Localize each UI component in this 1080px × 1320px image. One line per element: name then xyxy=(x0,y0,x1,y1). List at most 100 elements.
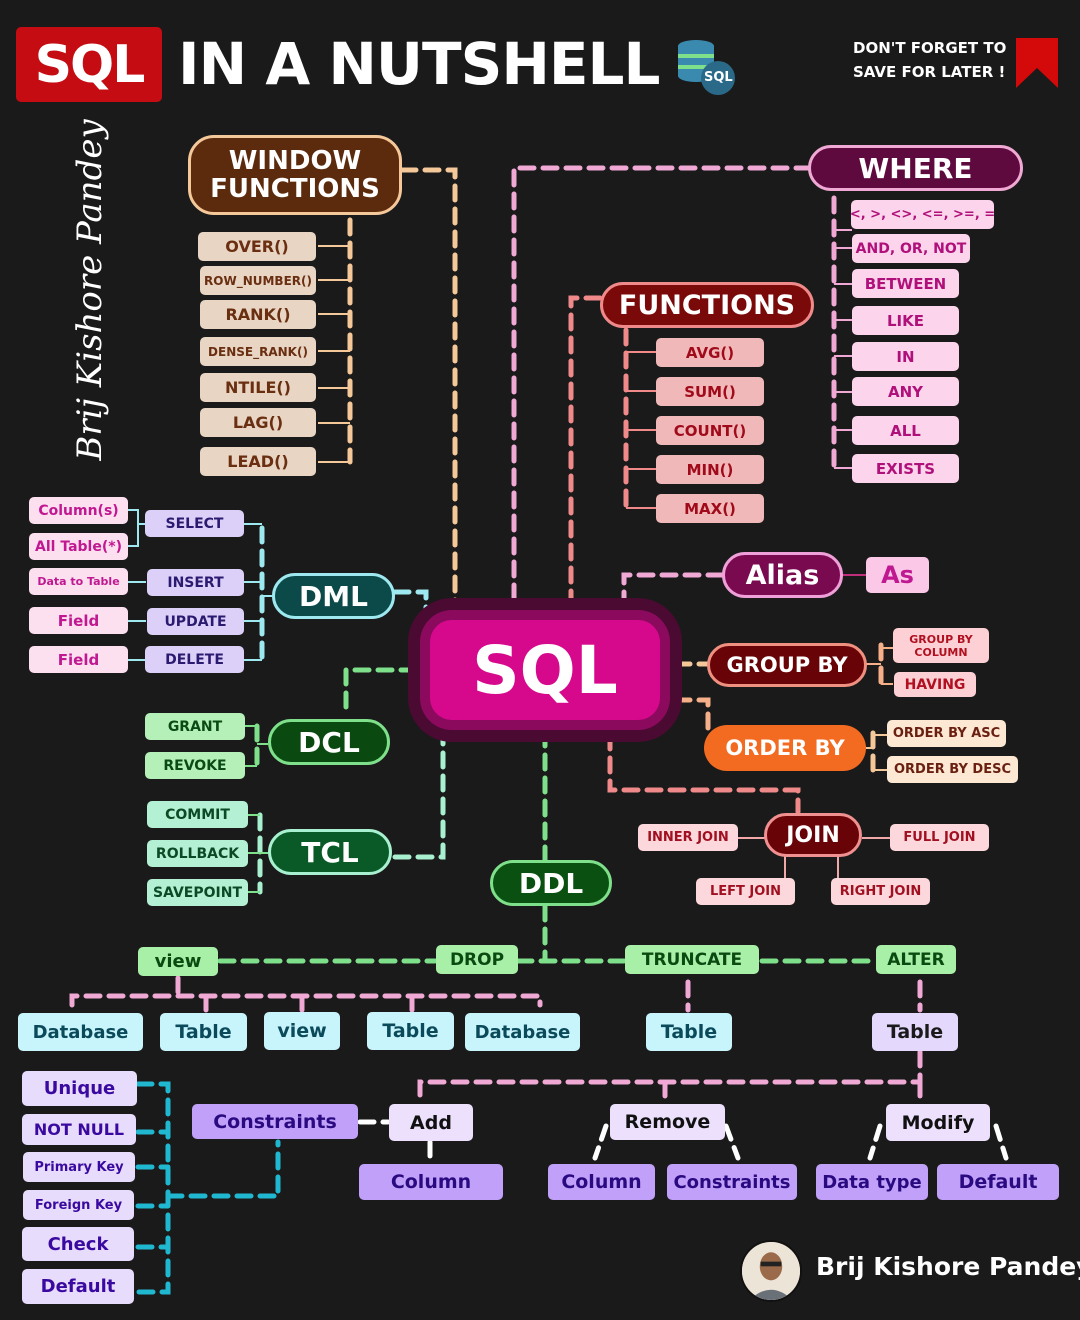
title-text: IN A NUTSHELL xyxy=(178,30,660,98)
line-orderby-to-sql xyxy=(673,697,711,731)
dml-command[interactable]: UPDATE xyxy=(147,608,244,635)
group-by-item[interactable]: HAVING xyxy=(894,672,976,697)
where-item[interactable]: IN xyxy=(852,342,959,371)
line-alter-actions xyxy=(417,1049,923,1103)
alter-action-modify[interactable]: Modify xyxy=(886,1104,990,1141)
ddl-command[interactable]: view xyxy=(138,947,218,976)
add-column[interactable]: Column xyxy=(359,1164,503,1200)
order-by-item[interactable]: ORDER BY ASC xyxy=(887,720,1006,747)
window-item[interactable]: ROW_NUMBER() xyxy=(200,266,316,295)
line-functions-to-sql xyxy=(568,295,603,613)
add-constraints[interactable]: Constraints xyxy=(192,1104,358,1139)
line-tcl-to-sql xyxy=(392,729,446,860)
dml-target[interactable]: Data to Table xyxy=(29,568,128,595)
title-sql-badge: SQL xyxy=(16,27,162,102)
remove-column[interactable]: Column xyxy=(548,1164,655,1200)
dml-command[interactable]: SELECT xyxy=(145,510,244,537)
truncate-target[interactable]: Table xyxy=(646,1013,732,1051)
window-item[interactable]: LEAD() xyxy=(200,447,316,476)
tcl-item[interactable]: ROLLBACK xyxy=(147,840,248,867)
ddl-node[interactable]: DDL xyxy=(490,860,612,906)
join-item[interactable]: INNER JOIN xyxy=(638,824,738,851)
dml-node[interactable]: DML xyxy=(272,573,395,619)
order-by-item[interactable]: ORDER BY DESC xyxy=(887,756,1018,783)
dml-command[interactable]: INSERT xyxy=(147,569,244,596)
alias-node[interactable]: Alias xyxy=(722,552,843,598)
line-dml-to-sql xyxy=(392,589,429,618)
ddl-command[interactable]: ALTER xyxy=(876,945,956,974)
author-avatar xyxy=(740,1240,802,1302)
dcl-item[interactable]: REVOKE xyxy=(145,752,245,779)
constraint-item[interactable]: Check xyxy=(22,1227,134,1261)
drop-target[interactable]: view xyxy=(264,1012,340,1050)
line-alias-to-sql xyxy=(621,572,725,608)
function-item[interactable]: MIN() xyxy=(656,455,764,484)
constraint-item[interactable]: Unique xyxy=(22,1071,137,1106)
order-by-node[interactable]: ORDER BY xyxy=(704,725,866,771)
tcl-item[interactable]: SAVEPOINT xyxy=(147,879,248,906)
dml-target[interactable]: Field xyxy=(29,646,128,673)
window-item[interactable]: LAG() xyxy=(200,408,316,437)
author-name: Brij Kishore Pandey xyxy=(816,1252,1080,1281)
window-item[interactable]: OVER() xyxy=(198,232,316,261)
where-item[interactable]: LIKE xyxy=(852,306,959,335)
alias-item[interactable]: As xyxy=(866,557,929,593)
bookmark-icon[interactable] xyxy=(1016,38,1058,88)
join-item[interactable]: FULL JOIN xyxy=(890,824,989,851)
sql-center-node[interactable]: SQL xyxy=(430,620,660,720)
tcl-node[interactable]: TCL xyxy=(268,829,392,875)
constraint-item[interactable]: Primary Key xyxy=(23,1152,135,1182)
drop-target[interactable]: Table xyxy=(367,1012,454,1050)
dml-target[interactable]: Field xyxy=(29,607,128,634)
drop-target[interactable]: Database xyxy=(18,1013,143,1051)
join-node[interactable]: JOIN xyxy=(764,813,862,857)
group-by-item[interactable]: GROUP BY COLUMN xyxy=(893,628,989,663)
where-item[interactable]: EXISTS xyxy=(852,454,959,483)
alter-action-add[interactable]: Add xyxy=(389,1104,473,1141)
function-item[interactable]: AVG() xyxy=(656,338,764,367)
dcl-item[interactable]: GRANT xyxy=(145,713,245,740)
window-item[interactable]: NTILE() xyxy=(200,373,316,402)
window-functions-node[interactable]: WINDOW FUNCTIONS xyxy=(188,135,402,215)
remove-constraints[interactable]: Constraints xyxy=(667,1164,797,1200)
join-item[interactable]: RIGHT JOIN xyxy=(831,878,930,905)
drop-target[interactable]: Table xyxy=(160,1013,247,1051)
function-item[interactable]: SUM() xyxy=(656,377,764,406)
where-item[interactable]: <, >, <>, <=, >=, = xyxy=(850,200,995,229)
line-drop-targets xyxy=(69,975,543,1013)
window-item[interactable]: DENSE_RANK() xyxy=(200,337,316,366)
ddl-command[interactable]: DROP xyxy=(436,945,518,974)
dcl-node[interactable]: DCL xyxy=(268,719,390,765)
dml-command[interactable]: DELETE xyxy=(145,646,244,673)
logo-sql-label: SQL xyxy=(704,70,733,85)
constraint-item[interactable]: Foreign Key xyxy=(23,1190,134,1220)
save-note-line1: DON'T FORGET TO xyxy=(853,39,1007,57)
where-item[interactable]: ANY xyxy=(852,377,959,406)
where-item[interactable]: AND, OR, NOT xyxy=(852,234,970,263)
tcl-item[interactable]: COMMIT xyxy=(147,801,248,828)
where-node[interactable]: WHERE xyxy=(808,145,1023,191)
constraint-item[interactable]: NOT NULL xyxy=(22,1114,136,1145)
save-note: DON'T FORGET TO SAVE FOR LATER ! xyxy=(853,36,1006,84)
author-signature: Brij Kishore Pandey xyxy=(70,119,110,461)
window-item[interactable]: RANK() xyxy=(200,300,316,329)
constraint-item[interactable]: Default xyxy=(22,1269,134,1304)
modify-default[interactable]: Default xyxy=(937,1164,1059,1200)
where-item[interactable]: ALL xyxy=(852,416,959,445)
modify-data-type[interactable]: Data type xyxy=(816,1164,928,1200)
function-item[interactable]: COUNT() xyxy=(656,416,764,445)
database-logo-icon: SQL xyxy=(676,38,738,96)
dml-target[interactable]: Column(s) xyxy=(29,497,128,524)
where-item[interactable]: BETWEEN xyxy=(852,269,959,298)
save-note-line2: SAVE FOR LATER ! xyxy=(853,63,1006,81)
drop-target[interactable]: Database xyxy=(465,1013,580,1051)
ddl-command[interactable]: TRUNCATE xyxy=(625,945,759,974)
function-item[interactable]: MAX() xyxy=(656,494,764,523)
functions-node[interactable]: FUNCTIONS xyxy=(600,282,814,328)
alter-action-remove[interactable]: Remove xyxy=(610,1104,725,1140)
alter-target[interactable]: Table xyxy=(872,1013,958,1051)
group-by-node[interactable]: GROUP BY xyxy=(707,643,867,687)
join-item[interactable]: LEFT JOIN xyxy=(696,878,795,905)
dml-target[interactable]: All Table(*) xyxy=(29,533,128,560)
line-dcl-to-sql xyxy=(343,667,418,718)
